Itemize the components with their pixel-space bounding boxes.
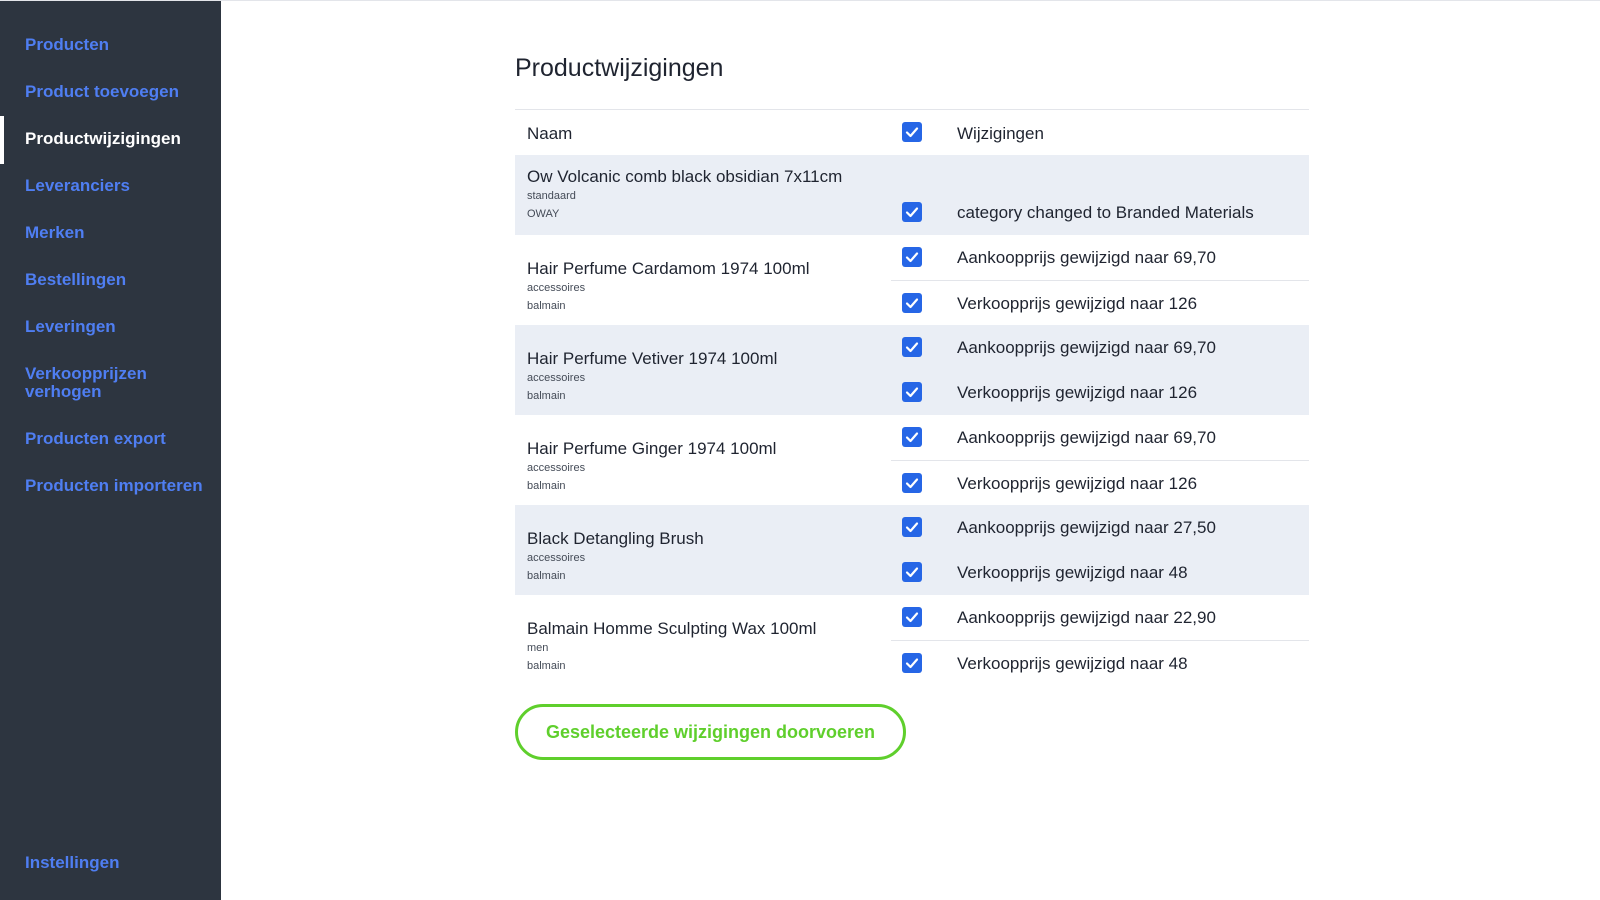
change-checkbox[interactable] [902, 562, 922, 582]
change-row: Verkoopprijs gewijzigd naar 126 [891, 460, 1309, 506]
change-text: Aankoopprijs gewijzigd naar 69,70 [957, 248, 1216, 267]
change-checkbox[interactable] [902, 247, 922, 267]
sidebar-item-leveranciers[interactable]: Leveranciers [0, 177, 221, 195]
change-text: Verkoopprijs gewijzigd naar 126 [957, 474, 1198, 493]
checkmark-icon [905, 127, 919, 138]
product-row-group: Hair Perfume Cardamom 1974 100ml accesso… [515, 235, 1309, 325]
product-row-group: Hair Perfume Vetiver 1974 100ml accessoi… [515, 325, 1309, 415]
product-row-group: Hair Perfume Ginger 1974 100ml accessoir… [515, 415, 1309, 505]
checkmark-icon [905, 432, 919, 443]
checkmark-icon [905, 658, 919, 669]
change-row: Aankoopprijs gewijzigd naar 69,70 [891, 415, 1309, 460]
product-info: Hair Perfume Ginger 1974 100ml accessoir… [527, 439, 776, 495]
change-checkbox[interactable] [902, 517, 922, 537]
checkmark-icon [905, 252, 919, 263]
product-brand: balmain [527, 480, 566, 492]
change-text: Verkoopprijs gewijzigd naar 126 [957, 294, 1198, 313]
sidebar-item-producten[interactable]: Producten [0, 36, 221, 54]
product-row-group: Balmain Homme Sculpting Wax 100ml men ba… [515, 595, 1309, 685]
change-row: Verkoopprijs gewijzigd naar 48 [891, 640, 1309, 686]
checkmark-icon [905, 522, 919, 533]
change-text: Verkoopprijs gewijzigd naar 48 [957, 563, 1188, 582]
change-row: Verkoopprijs gewijzigd naar 126 [891, 280, 1309, 326]
product-category: men [527, 642, 549, 654]
product-brand: balmain [527, 660, 566, 672]
product-info: Black Detangling Brush accessoires balma… [527, 529, 704, 585]
sidebar-item-instellingen[interactable]: Instellingen [0, 854, 221, 872]
product-name: Hair Perfume Vetiver 1974 100ml [527, 349, 778, 368]
change-checkbox[interactable] [902, 653, 922, 673]
checkmark-icon [905, 207, 919, 218]
product-brand: balmain [527, 570, 566, 582]
checkmark-icon [905, 298, 919, 309]
product-name: Balmain Homme Sculpting Wax 100ml [527, 619, 817, 638]
checkmark-icon [905, 478, 919, 489]
product-name: Black Detangling Brush [527, 529, 704, 548]
product-category: accessoires [527, 552, 586, 564]
apply-changes-button[interactable]: Geselecteerde wijzigingen doorvoeren [515, 704, 906, 760]
change-checkbox[interactable] [902, 473, 922, 493]
sidebar-item-verkoopprijzen-verhogen[interactable]: Verkoopprijzen verhogen [0, 365, 190, 401]
product-brand: balmain [527, 300, 566, 312]
change-checkbox[interactable] [902, 427, 922, 447]
checkmark-icon [905, 387, 919, 398]
sidebar-item-leveringen[interactable]: Leveringen [0, 318, 221, 336]
column-header-name: Naam [527, 124, 573, 143]
change-text: Verkoopprijs gewijzigd naar 48 [957, 654, 1188, 673]
table-header: Naam Wijzigingen [515, 109, 1309, 155]
sidebar: Producten Product toevoegen Productwijzi… [0, 1, 221, 900]
sidebar-item-product-toevoegen[interactable]: Product toevoegen [0, 83, 221, 101]
changes-table: Naam Wijzigingen Ow Volcanic comb black … [515, 109, 1309, 685]
change-checkbox[interactable] [902, 202, 922, 222]
sidebar-item-merken[interactable]: Merken [0, 224, 221, 242]
product-category: standaard [527, 190, 576, 202]
change-row: Aankoopprijs gewijzigd naar 69,70 [891, 235, 1309, 280]
product-row-group: Ow Volcanic comb black obsidian 7x11cm s… [515, 155, 1309, 235]
column-header-changes: Wijzigingen [957, 124, 1044, 143]
change-text: category changed to Branded Materials [957, 203, 1254, 222]
change-text: Aankoopprijs gewijzigd naar 22,90 [957, 608, 1216, 627]
change-checkbox[interactable] [902, 293, 922, 313]
change-text: Aankoopprijs gewijzigd naar 69,70 [957, 338, 1216, 357]
change-checkbox[interactable] [902, 607, 922, 627]
change-checkbox[interactable] [902, 382, 922, 402]
product-info: Hair Perfume Cardamom 1974 100ml accesso… [527, 259, 810, 315]
change-row: Aankoopprijs gewijzigd naar 69,70 [891, 325, 1309, 370]
product-name: Ow Volcanic comb black obsidian 7x11cm [527, 167, 843, 186]
product-category: accessoires [527, 372, 586, 384]
top-border [0, 0, 1600, 1]
checkmark-icon [905, 342, 919, 353]
sidebar-item-bestellingen[interactable]: Bestellingen [0, 271, 221, 289]
change-row: Verkoopprijs gewijzigd naar 126 [891, 370, 1309, 415]
change-text: Aankoopprijs gewijzigd naar 27,50 [957, 518, 1216, 537]
change-row: Aankoopprijs gewijzigd naar 27,50 [891, 505, 1309, 550]
page-title: Productwijzigingen [515, 54, 724, 82]
change-row: category changed to Branded Materials [891, 190, 1309, 235]
sidebar-item-productwijzigingen[interactable]: Productwijzigingen [0, 116, 221, 164]
change-row: Aankoopprijs gewijzigd naar 22,90 [891, 595, 1309, 640]
checkmark-icon [905, 612, 919, 623]
change-row: Verkoopprijs gewijzigd naar 48 [891, 550, 1309, 595]
sidebar-item-producten-importeren[interactable]: Producten importeren [0, 477, 221, 495]
product-name: Hair Perfume Cardamom 1974 100ml [527, 259, 810, 278]
checkmark-icon [905, 567, 919, 578]
select-all-checkbox[interactable] [902, 122, 922, 142]
product-info: Ow Volcanic comb black obsidian 7x11cm s… [527, 167, 842, 223]
product-name: Hair Perfume Ginger 1974 100ml [527, 439, 777, 458]
product-info: Balmain Homme Sculpting Wax 100ml men ba… [527, 619, 816, 675]
change-text: Verkoopprijs gewijzigd naar 126 [957, 383, 1198, 402]
change-text: Aankoopprijs gewijzigd naar 69,70 [957, 428, 1216, 447]
product-brand: balmain [527, 390, 566, 402]
product-row-group: Black Detangling Brush accessoires balma… [515, 505, 1309, 595]
sidebar-item-producten-export[interactable]: Producten export [0, 430, 221, 448]
product-category: accessoires [527, 462, 586, 474]
product-category: accessoires [527, 282, 586, 294]
product-brand: OWAY [527, 208, 560, 220]
product-info: Hair Perfume Vetiver 1974 100ml accessoi… [527, 349, 777, 405]
change-checkbox[interactable] [902, 337, 922, 357]
